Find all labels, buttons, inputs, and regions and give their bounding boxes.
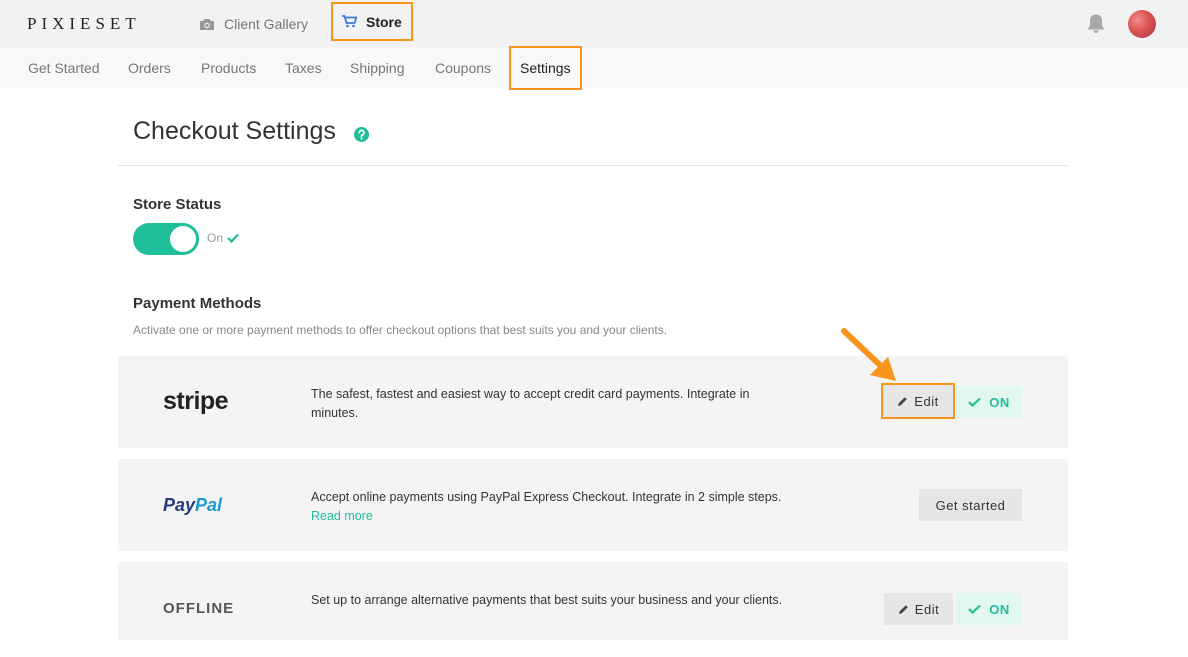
offline-edit-button[interactable]: Edit — [884, 593, 953, 625]
offline-on-label: ON — [989, 601, 1010, 617]
nav-client-gallery-label: Client Gallery — [224, 16, 309, 32]
title-divider — [118, 165, 1068, 166]
tab-orders[interactable]: Orders — [128, 48, 171, 88]
tab-products[interactable]: Products — [201, 48, 256, 88]
paypal-read-more-link[interactable]: Read more — [311, 507, 831, 526]
paypal-description: Accept online payments using PayPal Expr… — [311, 490, 782, 504]
offline-edit-label: Edit — [914, 601, 940, 617]
stripe-edit-button[interactable]: Edit — [881, 383, 955, 419]
paypal-card: PayPal Accept online payments using PayP… — [118, 459, 1068, 551]
stripe-on-label: ON — [989, 394, 1010, 410]
top-bar: PIXIESET Client Gallery Store — [0, 0, 1188, 48]
nav-client-gallery[interactable]: Client Gallery — [199, 0, 308, 48]
tab-coupons[interactable]: Coupons — [435, 48, 491, 88]
user-avatar[interactable] — [1128, 10, 1156, 38]
stripe-logo: stripe — [163, 387, 229, 415]
offline-card: OFFLINE Set up to arrange alternative pa… — [118, 562, 1068, 640]
store-sub-nav: Get Started Orders Products Taxes Shippi… — [0, 46, 1188, 90]
offline-on-badge[interactable]: ON — [956, 593, 1022, 625]
paypal-description-block: Accept online payments using PayPal Expr… — [311, 488, 831, 526]
help-icon[interactable] — [354, 127, 369, 142]
offline-description: Set up to arrange alternative payments t… — [311, 593, 783, 607]
paypal-logo-pay: Pay — [163, 495, 196, 515]
tab-settings[interactable]: Settings — [509, 46, 582, 90]
check-icon — [227, 233, 239, 243]
store-status-state: On — [207, 231, 239, 245]
camera-icon — [200, 18, 214, 30]
tab-get-started[interactable]: Get Started — [28, 48, 100, 88]
annotation-arrow-icon — [841, 328, 896, 381]
paypal-get-started-button[interactable]: Get started — [919, 489, 1022, 521]
pencil-icon — [898, 396, 908, 406]
cart-icon — [342, 15, 357, 28]
nav-store[interactable]: Store — [331, 2, 413, 41]
toggle-knob — [170, 226, 196, 252]
page-title: Checkout Settings — [133, 117, 336, 145]
pixieset-logo[interactable]: PIXIESET — [27, 14, 141, 34]
tab-shipping[interactable]: Shipping — [350, 48, 405, 88]
payment-methods-description: Activate one or more payment methods to … — [133, 323, 668, 337]
store-status-text: On — [207, 231, 224, 245]
paypal-logo-pal: Pal — [195, 495, 223, 515]
stripe-card: stripe The safest, fastest and easiest w… — [118, 356, 1068, 448]
offline-logo: OFFLINE — [163, 600, 235, 617]
stripe-edit-label: Edit — [914, 393, 939, 409]
check-icon — [968, 604, 982, 614]
pencil-icon — [898, 604, 908, 614]
stripe-on-badge[interactable]: ON — [956, 386, 1022, 418]
payment-methods-label: Payment Methods — [133, 295, 262, 312]
store-status-toggle[interactable] — [133, 223, 199, 255]
stripe-description: The safest, fastest and easiest way to a… — [311, 387, 750, 420]
bell-icon[interactable] — [1087, 13, 1105, 34]
paypal-logo: PayPal — [163, 495, 222, 516]
store-status-label: Store Status — [133, 196, 222, 213]
check-icon — [968, 397, 982, 407]
tab-taxes[interactable]: Taxes — [285, 48, 322, 88]
nav-store-label: Store — [366, 13, 402, 30]
